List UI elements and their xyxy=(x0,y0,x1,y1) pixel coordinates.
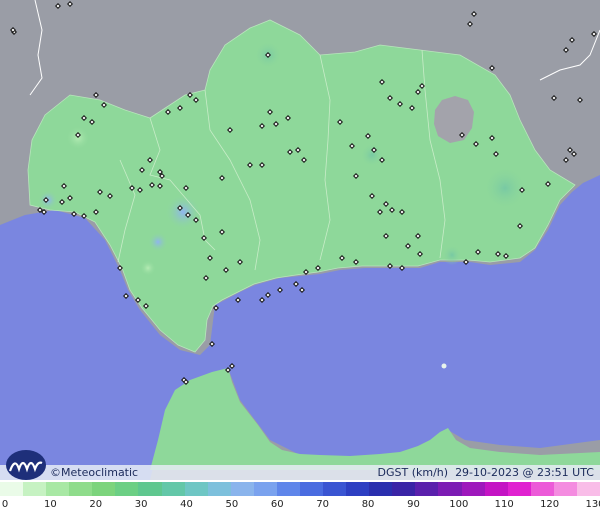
legend-color-swatch xyxy=(323,482,347,496)
gust-hotspot xyxy=(66,126,90,150)
meteoclimatic-logo-icon xyxy=(6,450,46,480)
legend-color-swatch xyxy=(92,482,116,496)
gust-hotspot xyxy=(483,166,527,210)
legend-color-swatch xyxy=(69,482,93,496)
brand-name: Meteoclimatic xyxy=(61,466,139,479)
legend-color-scale xyxy=(0,482,600,496)
legend-color-swatch xyxy=(276,482,301,496)
legend-color-swatch xyxy=(115,482,139,496)
legend-color-swatch xyxy=(184,482,208,496)
legend-tick-label: 80 xyxy=(361,499,375,510)
legend-color-swatch xyxy=(230,482,254,496)
island-marker xyxy=(441,363,447,369)
legend-color-swatch xyxy=(346,482,370,496)
legend-color-swatch xyxy=(253,482,277,496)
legend-tick-label: 20 xyxy=(89,499,103,510)
wind-gust-map xyxy=(0,0,600,480)
legend-color-swatch xyxy=(530,482,554,496)
legend-color-swatch xyxy=(138,482,162,496)
legend-color-swatch xyxy=(0,482,24,496)
legend-tick-label: 100 xyxy=(449,499,469,510)
legend-color-swatch xyxy=(23,482,47,496)
legend-tick-label: 90 xyxy=(407,499,420,510)
gust-hotspot xyxy=(140,260,156,276)
gust-hotspot xyxy=(442,245,462,265)
legend-color-swatch xyxy=(507,482,531,496)
legend-tick-label: 10 xyxy=(44,499,57,510)
legend-color-swatch xyxy=(300,482,324,496)
legend-tick-label: 60 xyxy=(270,499,284,510)
legend-color-swatch xyxy=(46,482,70,496)
legend-color-swatch xyxy=(576,482,600,496)
brand: ©Meteoclimatic xyxy=(4,447,138,481)
legend-color-swatch xyxy=(553,482,577,496)
map-caption: DGST (km/h) 29-10-2023 @ 23:51 UTC xyxy=(378,466,594,479)
legend-tick-label: 30 xyxy=(134,499,148,510)
legend-color-swatch xyxy=(438,482,462,496)
legend-tick-label: 50 xyxy=(225,499,239,510)
legend-tick-label: 130 xyxy=(585,499,600,510)
legend-tick-label: 40 xyxy=(180,499,193,510)
legend-color-swatch xyxy=(484,482,508,496)
legend-tick-label: 120 xyxy=(540,499,560,510)
legend-color-swatch xyxy=(461,482,485,496)
datetime-label: 29-10-2023 @ 23:51 UTC xyxy=(455,466,594,479)
legend-tick-label: 0 xyxy=(1,499,9,510)
gust-hotspot xyxy=(360,143,384,167)
legend-tick-label: 110 xyxy=(494,499,514,510)
legend-ticks: 0 10 20 30 40 50 60 70 80 90 100 110 120 130 xyxy=(0,497,600,517)
legend-color-swatch xyxy=(415,482,439,496)
gust-hotspot xyxy=(165,194,201,230)
copyright-symbol: © xyxy=(50,466,61,479)
legend-color-swatch xyxy=(392,482,416,496)
legend-color-swatch xyxy=(207,482,231,496)
legend-tick-label: 70 xyxy=(316,499,330,510)
gust-hotspot xyxy=(148,232,168,252)
variable-label: DGST (km/h) xyxy=(377,466,449,479)
legend-color-swatch xyxy=(369,482,393,496)
legend-color-swatch xyxy=(161,482,185,496)
